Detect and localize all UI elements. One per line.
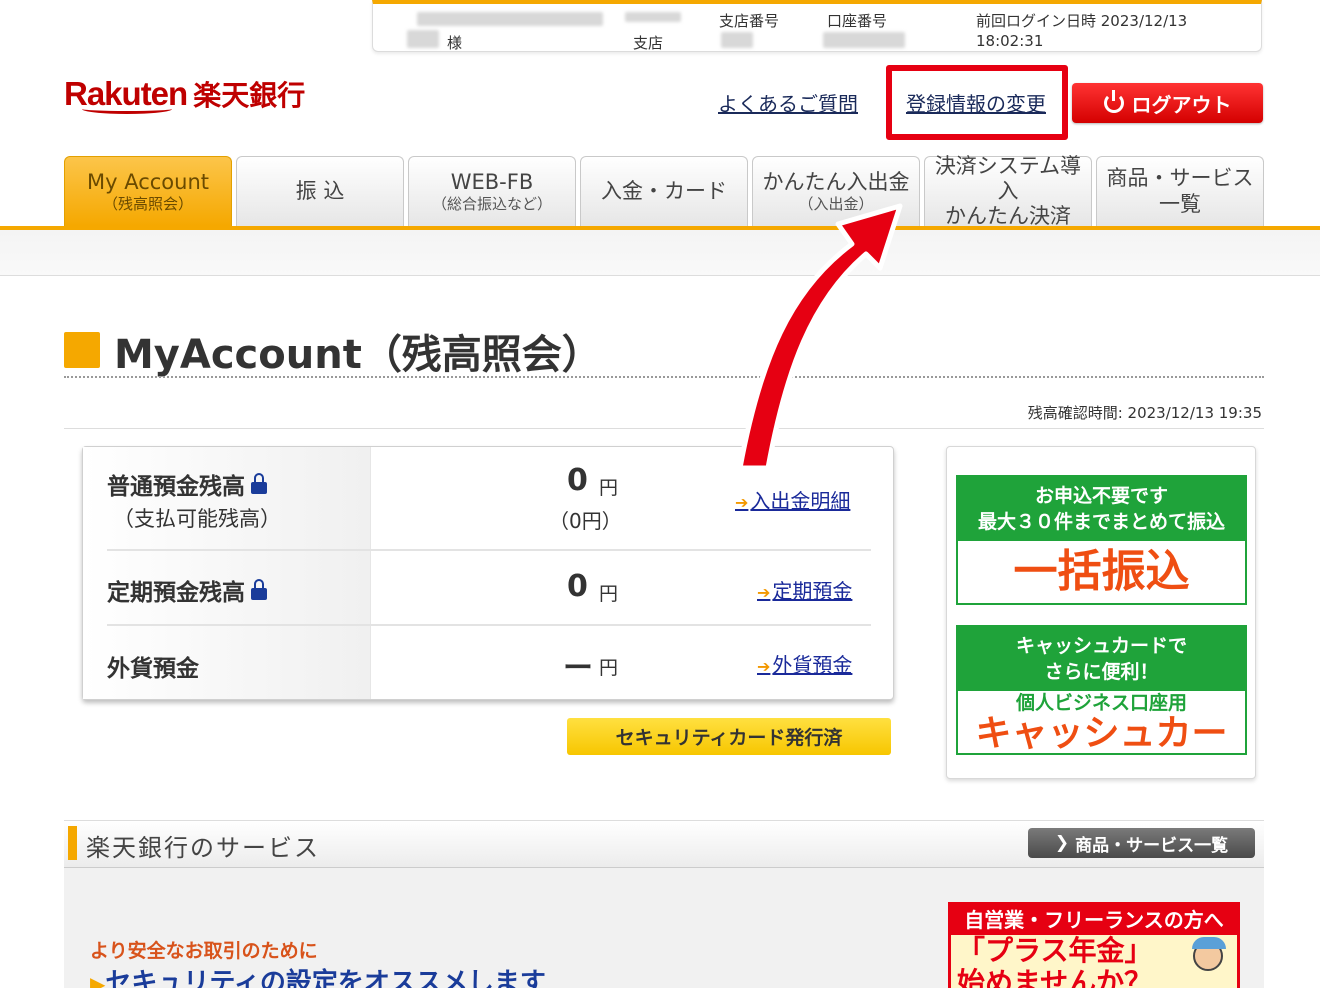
ordinary-balance-text: 普通預金残高 bbox=[107, 474, 245, 500]
faq-link[interactable]: よくあるご質問 bbox=[718, 88, 858, 117]
balance-confirm-time: 残高確認時間: 2023/12/13 19:35 bbox=[1027, 404, 1262, 422]
list-button-label: 商品・サービス一覧 bbox=[1075, 835, 1229, 856]
tab-deposit-card[interactable]: 入金・カード bbox=[580, 156, 748, 226]
title-marker bbox=[64, 332, 100, 368]
bulk-banner-line2: 最大３０件までまとめて振込 bbox=[977, 511, 1225, 533]
ordinary-balance-unit: 円 bbox=[599, 477, 619, 499]
main-nav-tabs: My Account （残高照会） 振 込 WEB-FB （総合振込など） 入金… bbox=[64, 153, 1264, 228]
tab-label: 振 込 bbox=[295, 178, 345, 203]
tab-sub-label: （入出金） bbox=[798, 195, 874, 214]
cash-banner-line2: さらに便利！ bbox=[1044, 661, 1159, 683]
tab-easy-deposit[interactable]: かんたん入出金 （入出金） bbox=[752, 156, 920, 226]
transaction-history-link[interactable]: ➔ 入出金明細 bbox=[735, 485, 850, 514]
tab-label: かんたん入出金 bbox=[762, 169, 910, 194]
bulk-banner-header: お申込不要です 最大３０件までまとめて振込 bbox=[958, 477, 1245, 541]
branch-number-label: 支店番号 bbox=[719, 12, 780, 30]
tab-label: WEB-FB bbox=[450, 169, 534, 194]
page-title: MyAccount（残高照会） bbox=[114, 332, 602, 378]
foreign-deposit-unit: 円 bbox=[599, 657, 619, 679]
bulk-banner-title: 一括振込 bbox=[1013, 546, 1190, 597]
tab-label: 商品・サービス bbox=[1106, 166, 1254, 191]
section-divider bbox=[64, 428, 1264, 429]
blurred-branch-number bbox=[721, 32, 753, 48]
lock-icon bbox=[251, 473, 267, 494]
foreign-deposit-link[interactable]: ➔ 外貨預金 bbox=[757, 649, 852, 678]
last-login-time: 18:02:31 bbox=[976, 32, 1044, 50]
time-deposit-label: 定期預金残高 bbox=[107, 573, 267, 607]
available-balance-label: （支払可能残高） bbox=[113, 507, 281, 531]
tab-payment-system[interactable]: 決済システム導入 かんたん決済 bbox=[924, 153, 1092, 228]
logout-label: ログアウト bbox=[1131, 92, 1232, 117]
self-banner-body2: 始めませんか？ bbox=[957, 966, 1153, 988]
power-icon bbox=[1103, 90, 1124, 113]
available-balance-amount: （0円） bbox=[549, 509, 622, 533]
arrow-right-icon: ➔ bbox=[757, 657, 771, 676]
cash-banner-line1: キャッシュカードで bbox=[1015, 635, 1187, 657]
security-recommend-link[interactable]: ▶セキュリティの設定をオススメします bbox=[90, 962, 546, 988]
tab-transfer[interactable]: 振 込 bbox=[236, 156, 404, 226]
foreign-deposit-label: 外貨預金 bbox=[107, 656, 199, 682]
foreign-deposit-link-text: 外貨預金 bbox=[772, 653, 853, 677]
blurred-account-name bbox=[417, 12, 603, 26]
row-divider bbox=[107, 549, 871, 551]
logo-swoosh bbox=[82, 104, 172, 114]
blurred-branch-name bbox=[625, 12, 681, 22]
self-banner-header: 自営業・フリーランスの方へ bbox=[951, 905, 1237, 935]
tab-label: 決済システム導入 bbox=[934, 153, 1082, 203]
highlight-box bbox=[886, 65, 1068, 140]
person-illustration bbox=[1192, 937, 1226, 971]
time-deposit-link[interactable]: ➔ 定期預金 bbox=[757, 575, 852, 604]
chevron-right-icon: ❯ bbox=[1054, 833, 1070, 853]
tab-my-account[interactable]: My Account （残高照会） bbox=[64, 156, 232, 226]
cash-banner-header: キャッシュカードで さらに便利！ bbox=[958, 627, 1245, 691]
balance-panel: 普通預金残高 （支払可能残高） 0 円 （0円） ➔ 入出金明細 定期預金残高 0… bbox=[82, 446, 894, 700]
transaction-history-text: 入出金明細 bbox=[750, 489, 851, 513]
branch-suffix: 支店 bbox=[633, 34, 664, 52]
logo-jp: 楽天銀行 bbox=[193, 80, 306, 111]
honorific: 様 bbox=[447, 34, 463, 52]
cash-banner-sub: 個人ビジネス口座用 bbox=[1015, 692, 1187, 714]
tab-products-services[interactable]: 商品・サービス 一覧 bbox=[1096, 156, 1264, 226]
safety-note: より安全なお取引のために bbox=[90, 940, 318, 962]
time-deposit-text: 定期預金残高 bbox=[107, 580, 245, 606]
time-deposit-amount: 0 bbox=[567, 569, 588, 604]
title-divider bbox=[64, 376, 1264, 378]
cash-banner-title: キャッシュカード bbox=[975, 713, 1228, 754]
tab-sub-label: 一覧 bbox=[1159, 191, 1201, 216]
lock-icon bbox=[251, 579, 267, 600]
arrow-right-icon: ➔ bbox=[757, 583, 771, 602]
bulk-banner-line1: お申込不要です bbox=[1034, 485, 1168, 507]
blurred-name-prefix bbox=[407, 30, 439, 48]
security-card-button[interactable]: セキュリティカード発行済 bbox=[567, 718, 891, 755]
products-services-list-button[interactable]: ❯ 商品・サービス一覧 bbox=[1028, 828, 1255, 858]
services-title: 楽天銀行のサービス bbox=[86, 834, 320, 862]
ordinary-balance-label: 普通預金残高 bbox=[107, 467, 267, 501]
recommend-text: セキュリティの設定をオススメします bbox=[105, 968, 546, 988]
last-login-label: 前回ログイン日時 2023/12/13 bbox=[976, 12, 1188, 30]
logout-button[interactable]: ログアウト bbox=[1072, 83, 1263, 123]
blurred-account-number bbox=[823, 32, 905, 48]
tab-label: My Account bbox=[86, 169, 209, 194]
tab-label: 入金・カード bbox=[601, 178, 727, 203]
tab-web-fb[interactable]: WEB-FB （総合振込など） bbox=[408, 156, 576, 226]
ordinary-balance-amount: 0 bbox=[567, 463, 588, 498]
time-deposit-link-text: 定期預金 bbox=[772, 579, 853, 603]
promo-banner-box: お申込不要です 最大３０件までまとめて振込 一括振込 キャッシュカードで さらに… bbox=[946, 446, 1256, 779]
self-employed-pension-banner[interactable]: 自営業・フリーランスの方へ 「プラス年金」 始めませんか？ bbox=[948, 902, 1240, 988]
services-marker bbox=[68, 826, 77, 860]
subnav-area bbox=[0, 230, 1320, 276]
account-number-label: 口座番号 bbox=[827, 12, 888, 30]
triangle-right-icon: ▶ bbox=[90, 972, 106, 988]
tab-sub-label: （総合振込など） bbox=[431, 195, 552, 214]
account-info-bar: 様 支店 支店番号 口座番号 前回ログイン日時 2023/12/13 18:02… bbox=[372, 0, 1262, 52]
cash-card-banner[interactable]: キャッシュカードで さらに便利！ 個人ビジネス口座用 キャッシュカード bbox=[956, 625, 1247, 755]
tab-sub-label: （残高照会） bbox=[102, 195, 193, 214]
bulk-transfer-banner[interactable]: お申込不要です 最大３０件までまとめて振込 一括振込 bbox=[956, 475, 1247, 605]
arrow-right-icon: ➔ bbox=[735, 493, 749, 512]
time-deposit-unit: 円 bbox=[599, 583, 619, 605]
foreign-deposit-amount: ー bbox=[563, 651, 593, 686]
row-divider bbox=[107, 624, 871, 626]
